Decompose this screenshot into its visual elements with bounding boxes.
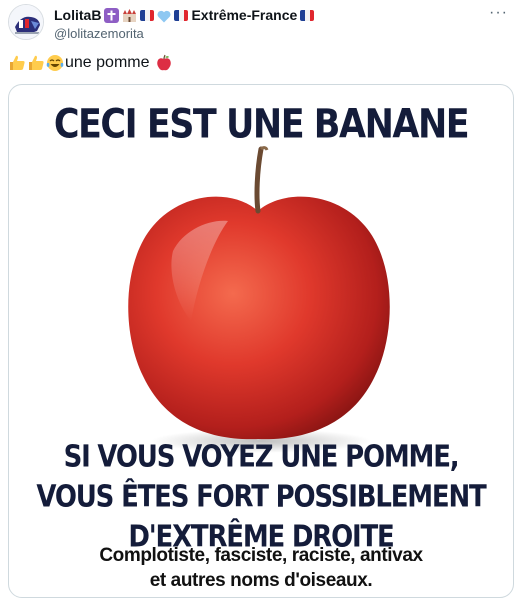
author-handle[interactable]: @lolitazemorita xyxy=(54,25,314,43)
thumbs-up-icon xyxy=(8,54,26,72)
light-blue-heart-icon xyxy=(157,9,171,22)
red-apple-icon xyxy=(155,54,173,72)
author-names: LolitaB Extrême-France @lolitazemorita xyxy=(54,6,315,43)
tweet-text: une pomme xyxy=(8,52,173,74)
meme-bottom-text: SI VOUS VOYEZ UNE POMME, VOUS ÊTES FORT … xyxy=(9,437,513,557)
apple-picture xyxy=(113,141,403,471)
castle-icon xyxy=(122,8,137,23)
meme-subtext: Complotiste, fasciste, raciste, antivax … xyxy=(9,543,513,593)
flag-france-icon xyxy=(174,9,189,21)
meme-bottom-line: VOUS ÊTES FORT POSSIBLEMENT xyxy=(36,479,486,515)
display-name-prefix: LolitaB xyxy=(54,7,102,23)
tears-of-joy-icon xyxy=(46,54,64,72)
avatar[interactable] xyxy=(8,4,44,40)
tweet-text-body: une pomme xyxy=(65,54,150,71)
meme-image[interactable]: CECI EST UNE BANANE SI VOUS VOYEZ UNE PO… xyxy=(8,84,514,598)
flag-france-icon xyxy=(300,9,315,21)
tweet-header: LolitaB Extrême-France @lolitazemorita ·… xyxy=(8,4,512,44)
latin-cross-icon xyxy=(104,7,120,23)
more-options-icon[interactable]: ··· xyxy=(489,4,508,22)
author-display-name[interactable]: LolitaB Extrême-France xyxy=(54,6,315,24)
display-name-suffix: Extrême-France xyxy=(191,7,298,23)
meme-subtext-line: et autres noms d'oiseaux. xyxy=(149,570,373,591)
avatar-image xyxy=(9,5,43,39)
flag-france-icon xyxy=(140,9,155,21)
meme-bottom-line: SI VOUS VOYEZ UNE POMME, xyxy=(63,439,460,475)
thumbs-up-icon xyxy=(27,54,45,72)
meme-subtext-line: Complotiste, fasciste, raciste, antivax xyxy=(99,545,423,566)
